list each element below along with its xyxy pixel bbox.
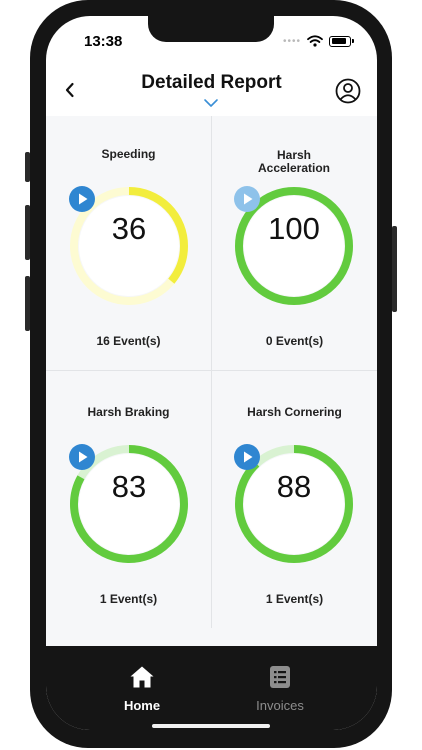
- event-count: 16 Event(s): [96, 334, 161, 348]
- profile-icon[interactable]: [335, 78, 361, 104]
- tab-label: Home: [123, 698, 161, 713]
- play-button-icon[interactable]: [234, 186, 260, 212]
- score-value: 100: [268, 211, 320, 246]
- event-count: 0 Event(s): [265, 334, 324, 348]
- metric-title: Harsh Braking: [87, 405, 170, 419]
- play-button-icon[interactable]: [234, 444, 260, 470]
- score-gauge: 36: [69, 186, 189, 306]
- score-value: 83: [111, 469, 147, 504]
- event-count: 1 Event(s): [99, 592, 158, 606]
- tab-home[interactable]: Home: [82, 664, 202, 713]
- bottom-tab-bar: Home Invoices: [46, 646, 377, 730]
- metric-card-harsh-acceleration: Harsh Acceleration 100 0 Event(s): [212, 116, 377, 370]
- score-gauge: 100: [234, 186, 354, 306]
- metric-card-harsh-braking: Harsh Braking 83 1 Event(s): [46, 371, 211, 625]
- signal-dots-icon: ••••: [282, 35, 301, 47]
- play-button-icon[interactable]: [69, 186, 95, 212]
- invoice-list-icon: [270, 666, 290, 688]
- metrics-grid: Speeding 36 16 Event(s) Harsh Accelerati…: [46, 116, 377, 646]
- metric-title: Speeding: [101, 147, 156, 161]
- event-count: 1 Event(s): [265, 592, 324, 606]
- score-value: 36: [111, 211, 147, 246]
- status-time: 13:38: [84, 33, 123, 50]
- page-title: Detailed Report: [141, 72, 282, 93]
- score-gauge: 88: [234, 444, 354, 564]
- tab-invoices[interactable]: Invoices: [220, 664, 340, 713]
- score-value: 88: [276, 469, 312, 504]
- metric-title: Harsh Acceleration: [257, 148, 331, 175]
- score-gauge: 83: [69, 444, 189, 564]
- play-button-icon[interactable]: [69, 444, 95, 470]
- home-indicator[interactable]: [152, 724, 270, 728]
- home-icon: [130, 666, 154, 688]
- status-icons: ••••: [282, 35, 354, 47]
- chevron-down-icon[interactable]: [203, 98, 219, 108]
- power-button: [392, 226, 397, 312]
- metric-card-harsh-cornering: Harsh Cornering 88 1 Event(s): [212, 371, 377, 625]
- report-header: Detailed Report: [46, 68, 377, 116]
- camera-notch: [148, 16, 274, 42]
- wifi-icon: [307, 35, 323, 47]
- metric-card-speeding: Speeding 36 16 Event(s): [46, 116, 211, 370]
- tab-label: Invoices: [256, 698, 304, 713]
- metric-title: Harsh Cornering: [247, 405, 342, 419]
- battery-icon: [329, 35, 354, 47]
- app-screen: 13:38 •••• Detailed Report Speeding 36 1…: [46, 16, 377, 730]
